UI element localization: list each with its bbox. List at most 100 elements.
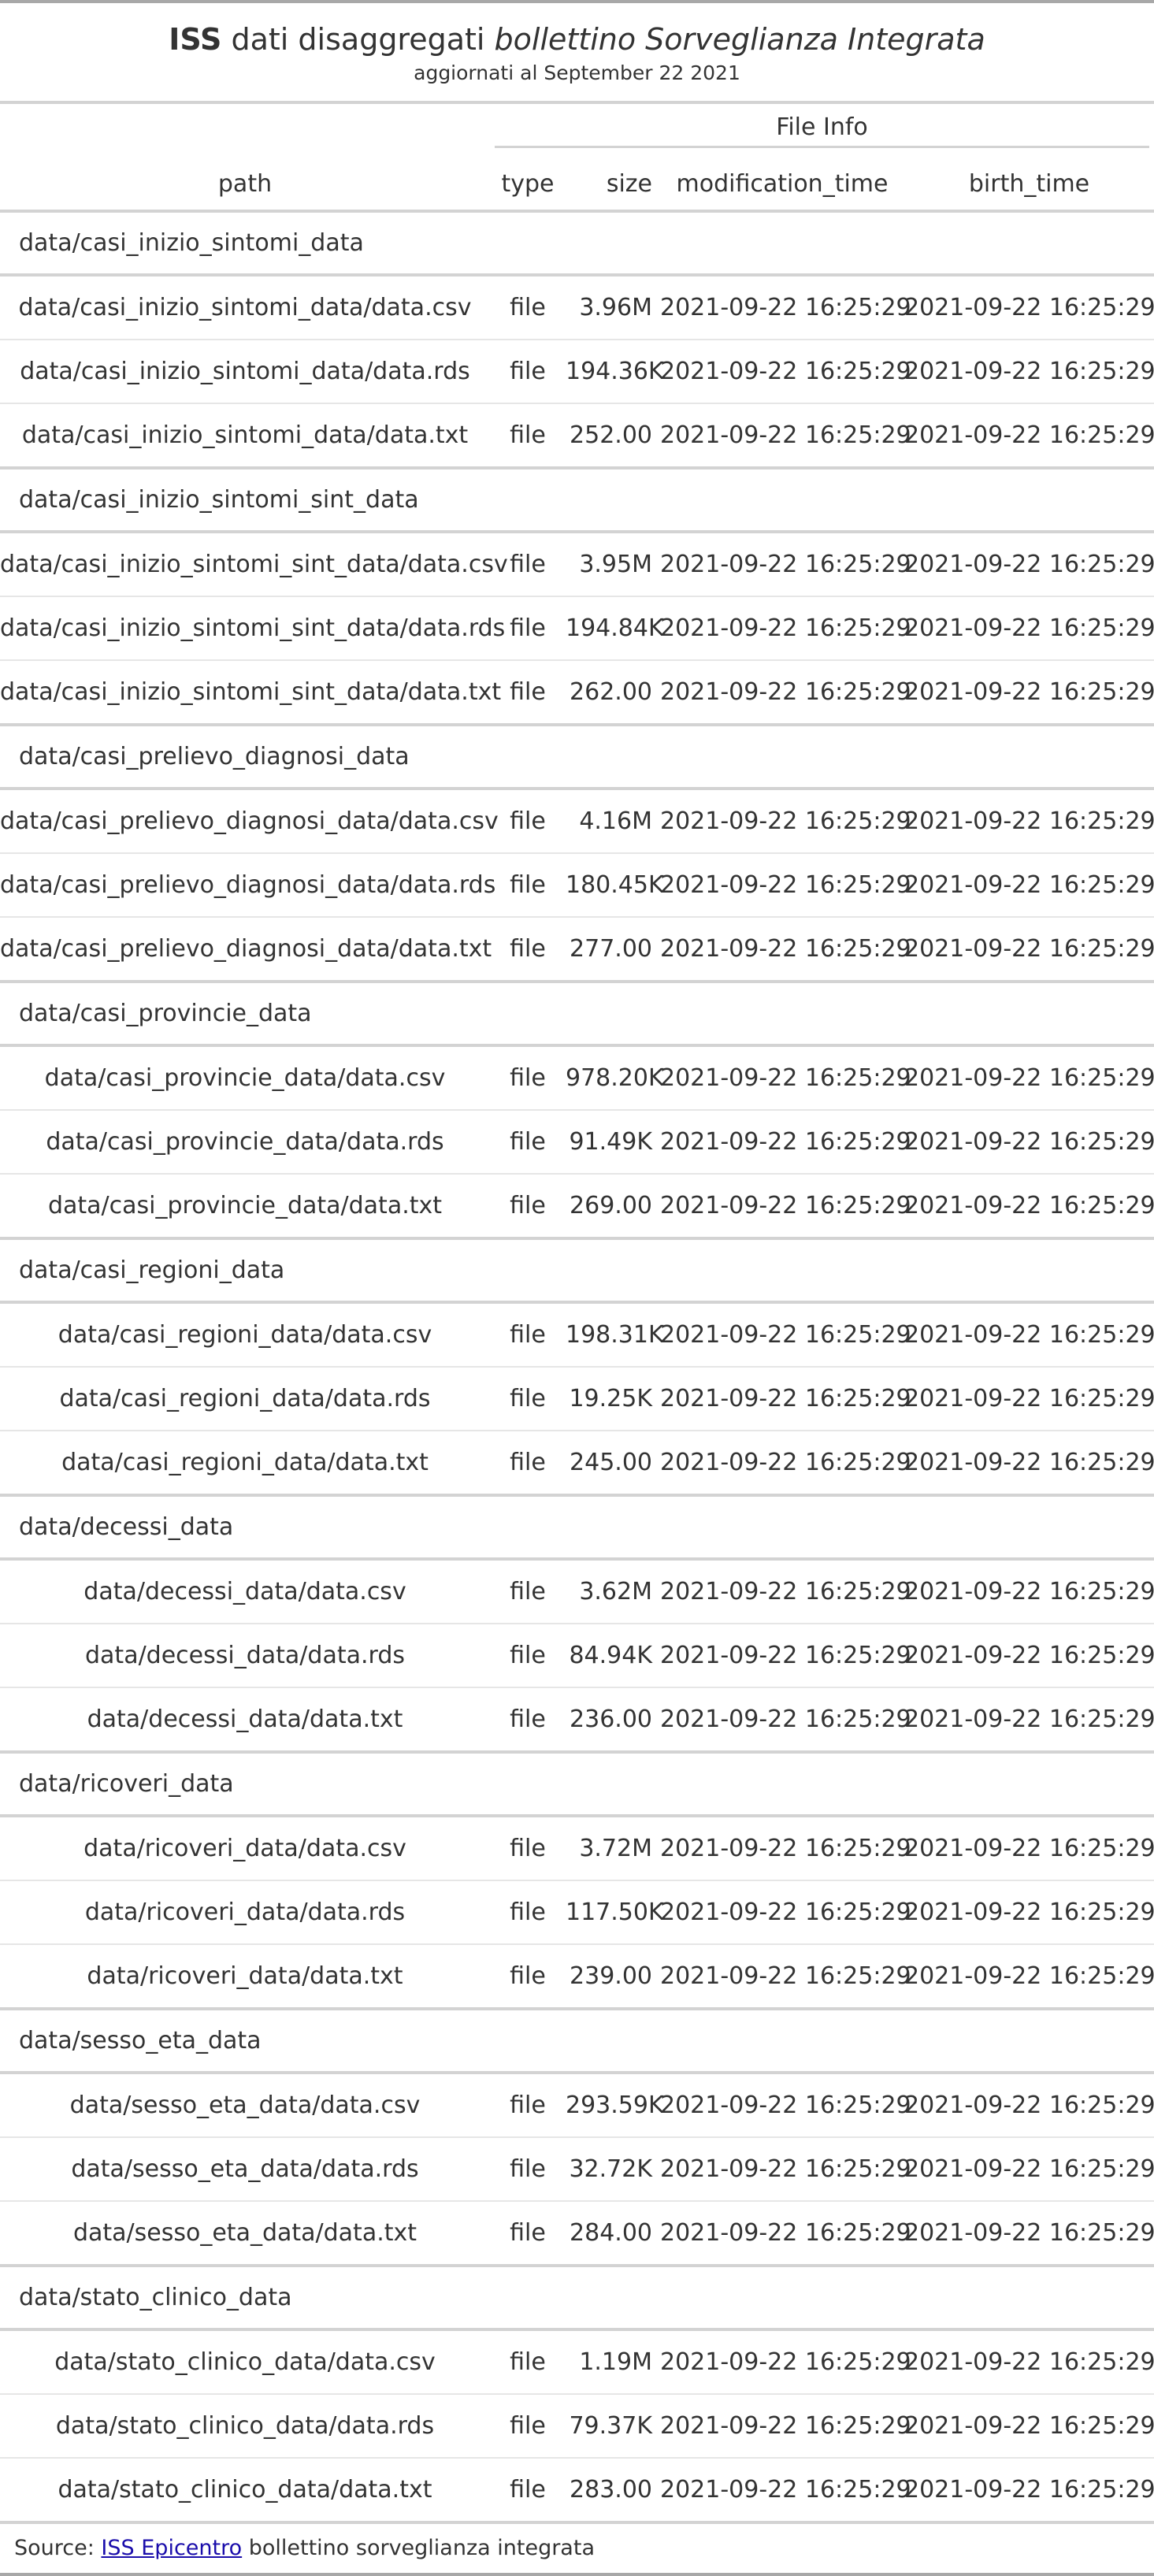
birth-time-cell: 2021-09-22 16:25:29 (904, 1367, 1154, 1431)
size-cell: 3.72M (566, 1816, 660, 1881)
table-row: data/ricoveri_data/data.txt file 239.00 202… (0, 1944, 1154, 2010)
birth-time-cell: 2021-09-22 16:25:29 (904, 2137, 1154, 2202)
type-cell: file (490, 1174, 566, 1240)
modification-time-cell: 2021-09-22 16:25:29 (660, 2073, 911, 2138)
table-row: data/casi_regioni_data/data.csv file 198.3… (0, 1302, 1154, 1368)
birth-time-cell: 2021-09-22 16:25:29 (904, 917, 1154, 983)
column-header-modification-time: modification_time (660, 158, 904, 213)
size-cell: 239.00 (566, 1944, 660, 2010)
table-row: data/sesso_eta_data/data.rds file 32.72K 20… (0, 2137, 1154, 2202)
column-header-birth-time: birth_time (904, 158, 1154, 213)
column-header-row: path type size modification_time birth_t… (0, 158, 1154, 213)
size-cell: 194.36K (566, 340, 664, 404)
group-label: data/ricoveri_data (0, 1752, 1154, 1817)
size-cell: 245.00 (566, 1431, 660, 1497)
size-cell: 194.84K (566, 596, 664, 661)
table-row: data/decessi_data/data.txt file 236.00 2021… (0, 1687, 1154, 1754)
path-cell: data/casi_inizio_sintomi_sint_data/data.… (0, 596, 505, 661)
type-cell: file (490, 1816, 566, 1881)
modification-time-cell: 2021-09-22 16:25:29 (660, 340, 911, 404)
group-row: data/casi_prelievo_diagnosi_data (0, 725, 1154, 790)
birth-time-cell: 2021-09-22 16:25:29 (904, 1174, 1154, 1240)
size-cell: 198.31K (566, 1302, 664, 1368)
table-row: data/casi_inizio_sintomi_sint_data/data.… (0, 532, 1154, 597)
size-cell: 180.45K (566, 853, 664, 918)
birth-time-cell: 2021-09-22 16:25:29 (904, 1624, 1154, 1688)
modification-time-cell: 2021-09-22 16:25:29 (660, 2458, 911, 2524)
group-row: data/ricoveri_data (0, 1752, 1154, 1817)
report-table-container: ISS dati disaggregati bollettino Sorvegl… (0, 0, 1154, 2576)
path-cell: data/casi_prelievo_diagnosi_data/data.rd… (0, 853, 495, 918)
group-label: data/casi_provincie_data (0, 982, 1154, 1047)
modification-time-cell: 2021-09-22 16:25:29 (660, 917, 911, 983)
type-cell: file (490, 1431, 566, 1497)
birth-time-cell: 2021-09-22 16:25:29 (904, 2073, 1154, 2138)
table-title: ISS dati disaggregati bollettino Sorvegl… (0, 3, 1154, 60)
path-cell: data/stato_clinico_data/data.csv (0, 2329, 490, 2395)
size-cell: 1.19M (566, 2329, 660, 2395)
source-note: Source: ISS Epicentro bollettino sorvegl… (0, 2524, 1154, 2576)
size-cell: 252.00 (566, 403, 660, 470)
table-row: data/ricoveri_data/data.csv file 3.72M 2021… (0, 1816, 1154, 1881)
title-italic: bollettino Sorveglianza Integrata (494, 22, 985, 57)
modification-time-cell: 2021-09-22 16:25:29 (660, 596, 911, 661)
modification-time-cell: 2021-09-22 16:25:29 (660, 1880, 911, 1945)
modification-time-cell: 2021-09-22 16:25:29 (660, 1431, 911, 1497)
modification-time-cell: 2021-09-22 16:25:29 (660, 1687, 911, 1754)
type-cell: file (490, 2458, 566, 2524)
birth-time-cell: 2021-09-22 16:25:29 (904, 403, 1154, 470)
modification-time-cell: 2021-09-22 16:25:29 (660, 403, 911, 470)
modification-time-cell: 2021-09-22 16:25:29 (660, 1110, 911, 1175)
column-header-path: path (0, 158, 490, 213)
path-cell: data/ricoveri_data/data.csv (0, 1816, 490, 1881)
table-subtitle: aggiornati al September 22 2021 (0, 60, 1154, 104)
table-row: data/casi_provincie_data/data.csv file 978… (0, 1045, 1154, 1111)
table-row: data/casi_inizio_sintomi_data/data.rds fi… (0, 340, 1154, 404)
path-cell: data/sesso_eta_data/data.csv (0, 2073, 490, 2138)
group-label: data/stato_clinico_data (0, 2266, 1154, 2331)
path-cell: data/casi_provincie_data/data.rds (0, 1110, 490, 1175)
birth-time-cell: 2021-09-22 16:25:29 (904, 660, 1154, 726)
path-cell: data/casi_inizio_sintomi_sint_data/data.… (0, 532, 508, 597)
size-cell: 3.62M (566, 1559, 660, 1624)
birth-time-cell: 2021-09-22 16:25:29 (904, 1559, 1154, 1624)
modification-time-cell: 2021-09-22 16:25:29 (660, 275, 911, 340)
birth-time-cell: 2021-09-22 16:25:29 (904, 1816, 1154, 1881)
spanner-row: File Info (0, 104, 1154, 158)
source-link[interactable]: ISS Epicentro (101, 2536, 242, 2560)
file-info-spanner-label: File Info (495, 113, 1150, 148)
title-bold: ISS (169, 22, 222, 57)
group-row: data/stato_clinico_data (0, 2266, 1154, 2331)
size-cell: 283.00 (566, 2458, 660, 2524)
type-cell: file (490, 1559, 566, 1624)
group-label: data/casi_regioni_data (0, 1238, 1154, 1304)
type-cell: file (490, 2073, 566, 2138)
path-cell: data/decessi_data/data.csv (0, 1559, 490, 1624)
modification-time-cell: 2021-09-22 16:25:29 (660, 2329, 911, 2395)
source-suffix: bollettino sorveglianza integrata (242, 2536, 595, 2560)
column-header-size: size (566, 158, 660, 213)
file-info-table: File Info path type size modification_ti… (0, 104, 1154, 2524)
size-cell: 277.00 (566, 917, 660, 983)
path-cell: data/ricoveri_data/data.txt (0, 1944, 490, 2010)
birth-time-cell: 2021-09-22 16:25:29 (904, 2329, 1154, 2395)
group-row: data/decessi_data (0, 1495, 1154, 1561)
modification-time-cell: 2021-09-22 16:25:29 (660, 2201, 911, 2267)
table-row: data/stato_clinico_data/data.csv file 1.19… (0, 2329, 1154, 2395)
table-row: data/casi_prelievo_diagnosi_data/data.cs… (0, 789, 1154, 854)
table-row: data/sesso_eta_data/data.csv file 293.59K 2… (0, 2073, 1154, 2138)
path-cell: data/sesso_eta_data/data.rds (0, 2137, 490, 2202)
path-cell: data/casi_inizio_sintomi_data/data.rds (0, 340, 490, 404)
group-row: data/casi_regioni_data (0, 1238, 1154, 1304)
table-row: data/casi_prelievo_diagnosi_data/data.rd… (0, 853, 1154, 918)
table-row: data/ricoveri_data/data.rds file 117.50K 20… (0, 1880, 1154, 1945)
type-cell: file (490, 2137, 566, 2202)
modification-time-cell: 2021-09-22 16:25:29 (660, 789, 911, 854)
group-row: data/sesso_eta_data (0, 2009, 1154, 2074)
column-header-type: type (490, 158, 566, 213)
file-info-spanner: File Info (490, 104, 1154, 158)
birth-time-cell: 2021-09-22 16:25:29 (904, 1110, 1154, 1175)
table-row: data/casi_inizio_sintomi_sint_data/data.… (0, 596, 1154, 661)
birth-time-cell: 2021-09-22 16:25:29 (904, 275, 1154, 340)
size-cell: 262.00 (566, 660, 660, 726)
